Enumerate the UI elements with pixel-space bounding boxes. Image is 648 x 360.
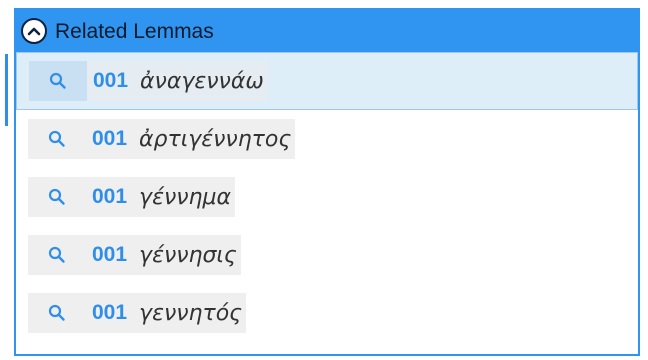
occurrence-count: 001 <box>93 69 129 92</box>
search-button[interactable] <box>28 119 86 159</box>
search-icon <box>48 130 65 147</box>
list-item[interactable]: 001 γεννητός <box>16 284 638 342</box>
lemma-chip: 001 γέννημα <box>28 177 235 217</box>
lemma-chip: 001 ἀναγεννάω <box>29 61 268 101</box>
lemma-chip: 001 γέννησις <box>28 235 241 275</box>
panel-title: Related Lemmas <box>55 19 214 43</box>
search-icon <box>48 246 65 263</box>
occurrence-count: 001 <box>92 127 128 150</box>
occurrence-count: 001 <box>92 185 128 208</box>
panel-header[interactable]: Related Lemmas <box>16 10 638 52</box>
lemma-link[interactable]: γέννησις <box>139 243 237 268</box>
search-button[interactable] <box>28 177 86 217</box>
left-accent-bar <box>5 54 8 126</box>
lemma-list: 001 ἀναγεννάω 001 ἀρτιγέννητος 001 γέννη… <box>16 52 638 342</box>
occurrence-count: 001 <box>92 243 128 266</box>
search-icon <box>48 188 65 205</box>
list-item[interactable]: 001 γέννημα <box>16 168 638 226</box>
lemma-link[interactable]: ἀρτιγέννητος <box>139 127 291 152</box>
lemma-link[interactable]: ἀναγεννάω <box>140 69 264 94</box>
search-icon <box>49 72 66 89</box>
lemma-link[interactable]: γέννημα <box>139 185 231 210</box>
search-icon <box>48 304 65 321</box>
list-item[interactable]: 001 ἀρτιγέννητος <box>16 110 638 168</box>
search-button[interactable] <box>28 235 86 275</box>
list-item[interactable]: 001 γέννησις <box>16 226 638 284</box>
lemma-link[interactable]: γεννητός <box>139 301 242 326</box>
search-button[interactable] <box>29 61 87 101</box>
lemma-chip: 001 γεννητός <box>28 293 247 333</box>
list-item[interactable]: 001 ἀναγεννάω <box>16 52 638 110</box>
search-button[interactable] <box>28 293 86 333</box>
related-lemmas-panel: Related Lemmas 001 ἀναγεννάω 001 ἀρτιγέν… <box>14 8 640 356</box>
lemma-chip: 001 ἀρτιγέννητος <box>28 119 296 159</box>
chevron-up-icon <box>27 27 41 36</box>
occurrence-count: 001 <box>92 301 128 324</box>
collapse-toggle-button[interactable] <box>21 18 47 44</box>
